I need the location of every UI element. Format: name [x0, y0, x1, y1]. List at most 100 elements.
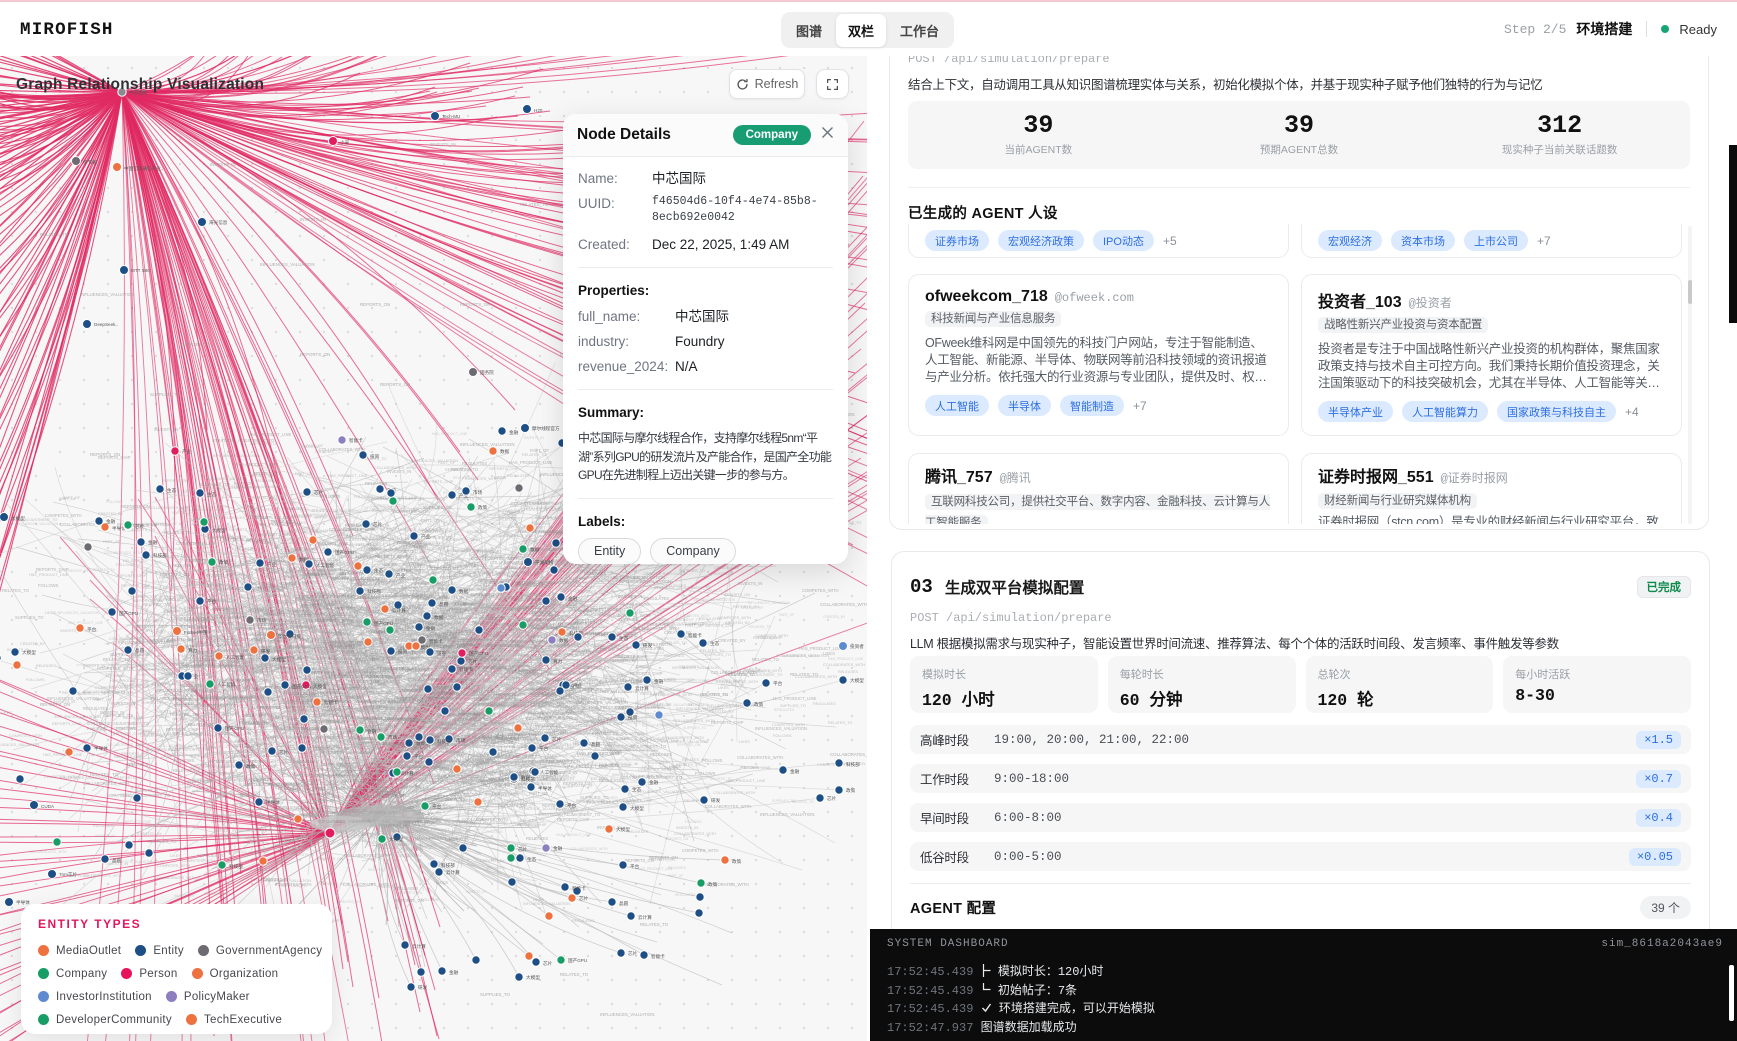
svg-text:RELATES_TO: RELATES_TO: [523, 618, 551, 623]
svg-text:INVESTS_IN: INVESTS_IN: [368, 868, 388, 872]
svg-text:LIKES: LIKES: [226, 881, 236, 885]
svg-text:HAS_PRODUCT_LINE: HAS_PRODUCT_LINE: [509, 460, 552, 465]
svg-text:CREATED_BY: CREATED_BY: [298, 527, 321, 531]
svg-text:INFLUENCES_VALUATION: INFLUENCES_VALUATION: [54, 715, 101, 719]
svg-text:REGULATES: REGULATES: [572, 919, 595, 923]
svg-text:INFLUENCES_VALUATION: INFLUENCES_VALUATION: [319, 819, 371, 824]
svg-text:RELATES_TO: RELATES_TO: [339, 764, 367, 769]
svg-text:COMPETES_WITH: COMPETES_WITH: [575, 590, 608, 594]
svg-text:COLLABORATES_WITH: COLLABORATES_WITH: [83, 781, 129, 786]
svg-text:LIKES: LIKES: [418, 819, 429, 823]
svg-text:CREATED_BY: CREATED_BY: [20, 642, 46, 646]
svg-text:RELEASES: RELEASES: [475, 614, 496, 618]
svg-text:REPORTS_CHIP: REPORTS_CHIP: [134, 599, 164, 603]
svg-text:HAS_PRODUCT_LINE: HAS_PRODUCT_LINE: [110, 679, 150, 683]
svg-text:RELEASES: RELEASES: [584, 571, 606, 576]
svg-text:PART_OF: PART_OF: [146, 748, 161, 752]
svg-text:REPORTS_ON: REPORTS_ON: [227, 573, 253, 577]
svg-text:RELATES_TO: RELATES_TO: [90, 772, 119, 777]
svg-text:SUPPLIES_TO: SUPPLIES_TO: [191, 640, 220, 645]
svg-text:云计算: 云计算: [446, 869, 460, 876]
svg-text:COMPETES_WITH: COMPETES_WITH: [288, 736, 321, 740]
svg-text:STRATEGIC_ADJUSTMENT_TO: STRATEGIC_ADJUSTMENT_TO: [604, 744, 667, 749]
svg-text:REPORTS_ON: REPORTS_ON: [677, 743, 701, 747]
svg-text:COLLABORATES_WITH: COLLABORATES_WITH: [591, 579, 633, 583]
svg-text:REPORTS_CHIP: REPORTS_CHIP: [424, 480, 454, 484]
svg-text:PART_OF: PART_OF: [63, 496, 81, 500]
svg-text:CREATED_BY: CREATED_BY: [210, 707, 236, 711]
svg-text:人工智能: 人工智能: [226, 654, 245, 661]
svg-text:金融: 金融: [568, 595, 578, 602]
svg-text:COMPETES_WITH: COMPETES_WITH: [682, 848, 719, 853]
svg-text:HAS_PRODUCT_LINE: HAS_PRODUCT_LINE: [828, 657, 864, 661]
svg-text:金融: 金融: [553, 845, 563, 852]
svg-text:算力: 算力: [188, 647, 198, 654]
svg-text:PART_OF: PART_OF: [421, 518, 440, 523]
svg-text:RELEASES: RELEASES: [526, 836, 548, 841]
svg-text:CREATED_BY: CREATED_BY: [480, 859, 506, 863]
svg-text:CREATED_BY: CREATED_BY: [238, 596, 264, 600]
svg-text:科技部: 科技部: [153, 552, 167, 559]
svg-text:COMPETES_WITH: COMPETES_WITH: [407, 673, 437, 677]
svg-text:Tech-MU: Tech-MU: [442, 114, 460, 119]
svg-text:SUPPLIES_TO: SUPPLIES_TO: [324, 617, 347, 621]
svg-text:INVESTS_IN: INVESTS_IN: [738, 581, 762, 586]
svg-text:科技部: 科技部: [367, 588, 381, 595]
svg-text:SUPPLIES_TO: SUPPLIES_TO: [661, 641, 687, 645]
svg-text:RELEASES: RELEASES: [123, 716, 144, 720]
svg-text:HAS_PRODUCT_LINE: HAS_PRODUCT_LINE: [501, 567, 541, 571]
svg-text:RELEASES: RELEASES: [553, 673, 572, 677]
svg-text:COMPETES_WITH: COMPETES_WITH: [802, 588, 839, 593]
svg-text:COMPETES_WITH: COMPETES_WITH: [157, 864, 190, 868]
svg-text:CREATED_BY: CREATED_BY: [823, 615, 846, 619]
svg-text:COLLABORATES_WITH: COLLABORATES_WITH: [493, 534, 535, 538]
svg-text:LIKES: LIKES: [511, 693, 522, 697]
svg-text:RELEASES: RELEASES: [406, 543, 428, 548]
svg-text:大模型: 大模型: [616, 826, 630, 833]
svg-text:摩尔线程官方: 摩尔线程官方: [532, 425, 560, 432]
svg-text:PART_OF: PART_OF: [529, 539, 544, 543]
svg-text:生态: 生态: [207, 491, 217, 497]
svg-text:RELATES_TO: RELATES_TO: [560, 972, 589, 977]
svg-text:政策: 政策: [478, 504, 488, 511]
svg-text:INVESTS_IN: INVESTS_IN: [397, 666, 419, 670]
svg-text:CREATED_BY: CREATED_BY: [98, 512, 124, 516]
svg-text:RELEASES: RELEASES: [244, 841, 265, 845]
svg-text:REPORTS_CHIP: REPORTS_CHIP: [101, 691, 131, 695]
svg-text:COMPETES_WITH: COMPETES_WITH: [289, 814, 319, 818]
svg-text:SUPPLIES_TO: SUPPLIES_TO: [705, 653, 731, 657]
svg-text:平湖架构: 平湖架构: [535, 559, 554, 566]
svg-text:LIKES: LIKES: [170, 854, 181, 858]
svg-text:REPORTS_ON: REPORTS_ON: [90, 452, 120, 457]
svg-text:DeepSeek..: DeepSeek..: [94, 322, 118, 327]
svg-text:CREATED_BY: CREATED_BY: [137, 832, 163, 836]
svg-text:COMPETES_WITH: COMPETES_WITH: [95, 686, 128, 690]
svg-text:COLLABORATES_WITH: COLLABORATES_WITH: [471, 556, 517, 561]
svg-text:RELEASES: RELEASES: [272, 577, 291, 581]
svg-text:PART_OF: PART_OF: [103, 540, 121, 544]
svg-text:芯片: 芯片: [518, 846, 528, 853]
svg-text:STRATEGIC_ADJUSTMENT_TO: STRATEGIC_ADJUSTMENT_TO: [616, 737, 672, 741]
svg-text:平台: 平台: [630, 863, 640, 870]
svg-text:INFLUENCES_VALUATION: INFLUENCES_VALUATION: [279, 805, 331, 810]
svg-text:COLLABORATES_WITH: COLLABORATES_WITH: [223, 835, 261, 839]
svg-text:SUPPLIES_TO: SUPPLIES_TO: [150, 392, 181, 397]
svg-text:SUPPLIES_TO: SUPPLIES_TO: [348, 646, 374, 650]
svg-text:LIKES: LIKES: [489, 720, 500, 724]
svg-text:STRATEGIC_ADJUSTMENT_TO: STRATEGIC_ADJUSTMENT_TO: [722, 670, 773, 674]
svg-text:INFLUENCES_VALUATION: INFLUENCES_VALUATION: [253, 541, 300, 545]
svg-text:SUPPLIES_TO: SUPPLIES_TO: [586, 719, 612, 723]
svg-text:研发: 研发: [711, 797, 721, 804]
svg-text:INFLUENCES_VALUATION: INFLUENCES_VALUATION: [460, 442, 515, 447]
svg-text:INVESTS_IN: INVESTS_IN: [154, 427, 178, 432]
svg-text:INVESTS_IN: INVESTS_IN: [708, 589, 728, 593]
svg-text:REGULATES: REGULATES: [546, 759, 569, 763]
svg-text:HAS_PRODUCT_LINE: HAS_PRODUCT_LINE: [421, 828, 461, 832]
svg-text:生态: 生态: [632, 786, 642, 792]
svg-text:华尔街日报: 华尔街日报: [278, 633, 301, 640]
svg-text:CREATED_BY: CREATED_BY: [515, 823, 541, 827]
svg-text:FOLLOWS: FOLLOWS: [371, 757, 392, 762]
svg-text:RELEASES: RELEASES: [377, 829, 396, 833]
svg-text:生态: 生态: [619, 635, 629, 641]
svg-text:CREATED_BY: CREATED_BY: [338, 900, 361, 904]
